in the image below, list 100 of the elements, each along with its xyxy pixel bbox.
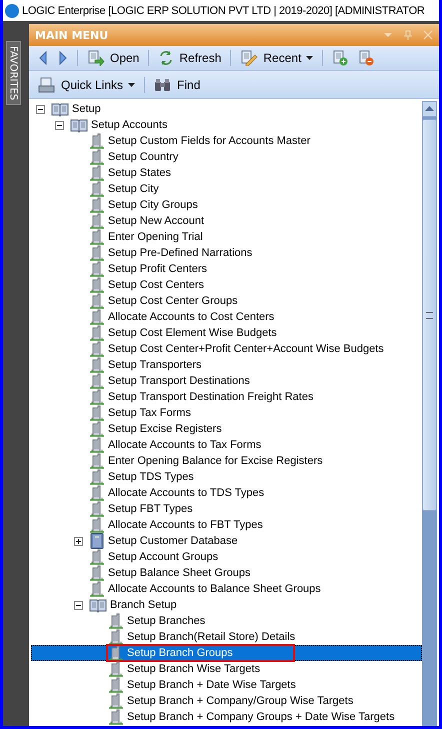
book-icon [51, 102, 69, 116]
tree-item[interactable]: Setup Transport Destination Freight Rates [31, 389, 422, 405]
tree-item-label: Setup Cost Center+Profit Center+Account Wise Budgets [108, 343, 384, 355]
building-icon [89, 357, 105, 373]
tree-item[interactable]: Setup Branch + Company Groups + Date Wise Targets [31, 709, 422, 725]
tree-item[interactable]: Enter Opening Balance for Excise Registers [31, 453, 422, 469]
back-arrow-icon[interactable] [38, 51, 48, 65]
tree-item-label: Allocate Accounts to Cost Centers [108, 311, 274, 323]
collapse-icon[interactable] [36, 104, 45, 114]
building-icon [89, 133, 105, 149]
tree-item[interactable]: Setup Excise Registers [31, 421, 422, 437]
tree-item-label: Setup Branch + Company/Group Wise Targets [127, 695, 354, 707]
tree-item[interactable]: Allocate Accounts to Cost Centers [31, 309, 422, 325]
tree-item[interactable]: Setup FBT Types [31, 501, 422, 517]
building-icon [89, 453, 105, 469]
tree-item[interactable]: Setup Accounts [31, 117, 422, 133]
tree-item-label: Setup FBT Types [108, 503, 193, 515]
book-icon [70, 118, 88, 132]
building-icon [108, 677, 124, 693]
tree-item[interactable]: Setup Cost Element Wise Budgets [31, 325, 422, 341]
toolbar-button[interactable]: Quick Links [35, 74, 138, 96]
building-icon [89, 325, 105, 341]
tree-item-label: Allocate Accounts to Balance Sheet Groups [108, 583, 321, 595]
tree-item-label: Setup Transport Destinations [108, 375, 250, 387]
tree-item-label: Setup Custom Fields for Accounts Master [108, 135, 310, 147]
tree-item[interactable]: Setup Branches [31, 613, 422, 629]
tree-item-label: Setup Account Groups [108, 551, 218, 563]
tree-item[interactable]: Allocate Accounts to Balance Sheet Groups [31, 581, 422, 597]
tree-item[interactable]: Setup Branch(Retail Store) Details [31, 629, 422, 645]
tree-item[interactable]: Setup Balance Sheet Groups [31, 565, 422, 581]
tree-item[interactable]: Branch Setup [31, 597, 422, 613]
building-icon [108, 709, 124, 725]
tree-item[interactable]: Setup City [31, 181, 422, 197]
tree-item-label: Setup Branch Groups [127, 647, 233, 659]
panel-title: MAIN MENU [35, 28, 108, 42]
tree-item[interactable]: Setup Cost Centers [31, 277, 422, 293]
tree-item-label: Allocate Accounts to TDS Types [108, 487, 264, 499]
tree-item[interactable]: Setup Cost Center+Profit Center+Account Wise Budgets [31, 341, 422, 357]
collapse-icon[interactable] [74, 600, 83, 610]
expand-icon[interactable] [74, 536, 83, 546]
toolbar-button[interactable]: Recent [237, 47, 316, 69]
tree-item-label: Setup Branch + Date Wise Targets [127, 679, 296, 691]
building-icon [108, 629, 124, 645]
tree-item[interactable]: Setup TDS Types [31, 469, 422, 485]
tree-item-label: Setup States [108, 167, 171, 179]
tree-item-label: Setup New Account [108, 215, 204, 227]
building-icon [89, 517, 105, 533]
tree-item[interactable]: Setup [31, 101, 422, 117]
tree-item[interactable]: Setup Country [31, 149, 422, 165]
binoculars-icon [154, 78, 172, 92]
tree-item[interactable]: Setup Tax Forms [31, 405, 422, 421]
collapse-icon[interactable] [55, 120, 64, 130]
tree-item[interactable]: Allocate Accounts to TDS Types [31, 485, 422, 501]
forward-arrow-icon[interactable] [58, 51, 68, 65]
tree-item[interactable]: Enter Opening Trial [31, 229, 422, 245]
tree-item-label: Setup Cost Centers [108, 279, 204, 291]
tree-item-label: Setup Country [108, 151, 178, 163]
document-minus-icon[interactable] [358, 50, 374, 66]
tree-item-label: Allocate Accounts to FBT Types [108, 519, 263, 531]
tree-item-label: Setup Excise Registers [108, 423, 222, 435]
tree-item-label: Setup Branch + Company Groups + Date Wise Targets [127, 711, 395, 723]
tree-item[interactable]: Setup Branch + Date Wise Targets [31, 677, 422, 693]
tree-item[interactable]: Setup Pre-Defined Narrations [31, 245, 422, 261]
tree-item[interactable]: Setup Branch + Company/Group Wise Targets [31, 693, 422, 709]
document-plus-icon[interactable] [332, 50, 348, 66]
book-icon [89, 598, 107, 612]
toolbar-button[interactable]: Refresh [155, 47, 224, 69]
tree-item[interactable]: Setup Profit Centers [31, 261, 422, 277]
tree-item-label: Setup Customer Database [108, 535, 238, 547]
favorites-tab[interactable]: FAVORITES [6, 41, 20, 106]
building-icon [89, 213, 105, 229]
scroll-thumb[interactable] [422, 119, 437, 511]
tree-item[interactable]: Setup Branch Wise Targets [31, 661, 422, 677]
building-icon [89, 277, 105, 293]
scroll-up-icon[interactable] [422, 101, 437, 117]
building-icon [89, 181, 105, 197]
tree-item[interactable]: Allocate Accounts to Tax Forms [31, 437, 422, 453]
tree-item-label: Setup Tax Forms [108, 407, 191, 419]
tree-item[interactable]: Setup New Account [31, 213, 422, 229]
tree-item[interactable]: Setup States [31, 165, 422, 181]
tree-item[interactable]: Setup Transporters [31, 357, 422, 373]
building-icon [89, 293, 105, 309]
building-icon [89, 229, 105, 245]
building-icon [108, 613, 124, 629]
scrollbar[interactable] [422, 101, 437, 726]
tree-item[interactable]: Setup Customer Database [31, 533, 422, 549]
toolbar-button[interactable]: Find [151, 74, 204, 96]
tree-item[interactable]: Allocate Accounts to FBT Types [31, 517, 422, 533]
tree-item[interactable]: Setup Account Groups [31, 549, 422, 565]
building-icon [89, 261, 105, 277]
tree-item[interactable]: Setup Branch Groups [31, 645, 422, 661]
tree-item[interactable]: Setup Transport Destinations [31, 373, 422, 389]
tree-item[interactable]: Setup Cost Center Groups [31, 293, 422, 309]
tree-item[interactable]: Setup Custom Fields for Accounts Master [31, 133, 422, 149]
building-icon [89, 165, 105, 181]
tree-item-label: Branch Setup [110, 599, 177, 611]
toolbar-button[interactable]: Open [84, 47, 142, 69]
tree-item[interactable]: Setup City Groups [31, 197, 422, 213]
building-icon [89, 149, 105, 165]
tree-item-label: Setup Branch(Retail Store) Details [127, 631, 296, 643]
